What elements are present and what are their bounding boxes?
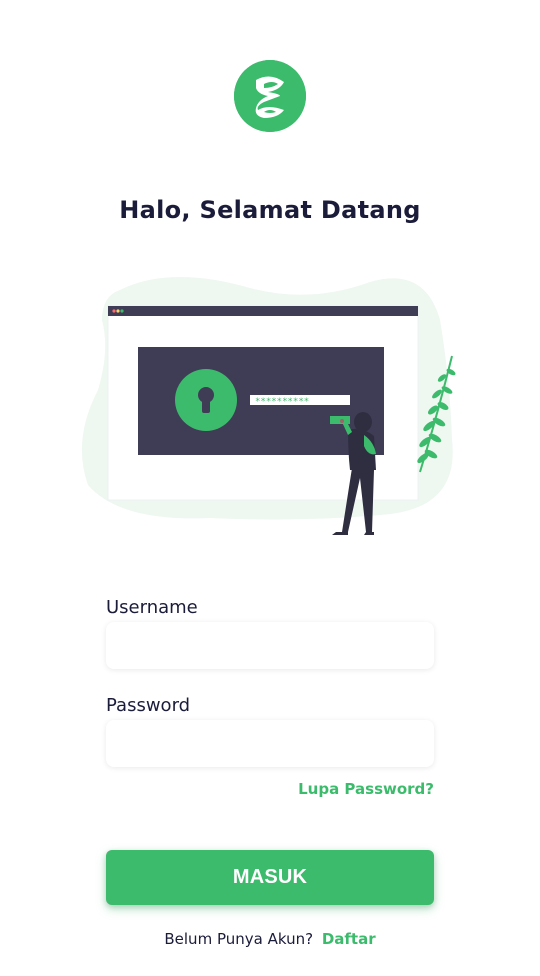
password-mask-text: ********** <box>255 397 309 407</box>
app-logo-mark <box>234 60 306 132</box>
page-title: Halo, Selamat Datang <box>119 196 421 224</box>
login-illustration: ********** <box>80 270 460 545</box>
username-label: Username <box>106 597 198 618</box>
register-prompt: Belum Punya Akun? Daftar <box>0 930 540 948</box>
register-prompt-text: Belum Punya Akun? <box>164 930 314 948</box>
login-page: Halo, Selamat Datang ********** Username… <box>0 0 540 976</box>
password-label: Password <box>106 695 191 716</box>
register-link[interactable]: Daftar <box>322 930 376 948</box>
forgot-password-link[interactable]: Lupa Password? <box>298 780 434 798</box>
app-logo <box>234 60 306 132</box>
username-input[interactable] <box>106 622 434 669</box>
password-input[interactable] <box>106 720 434 767</box>
login-button[interactable]: MASUK <box>106 850 434 905</box>
